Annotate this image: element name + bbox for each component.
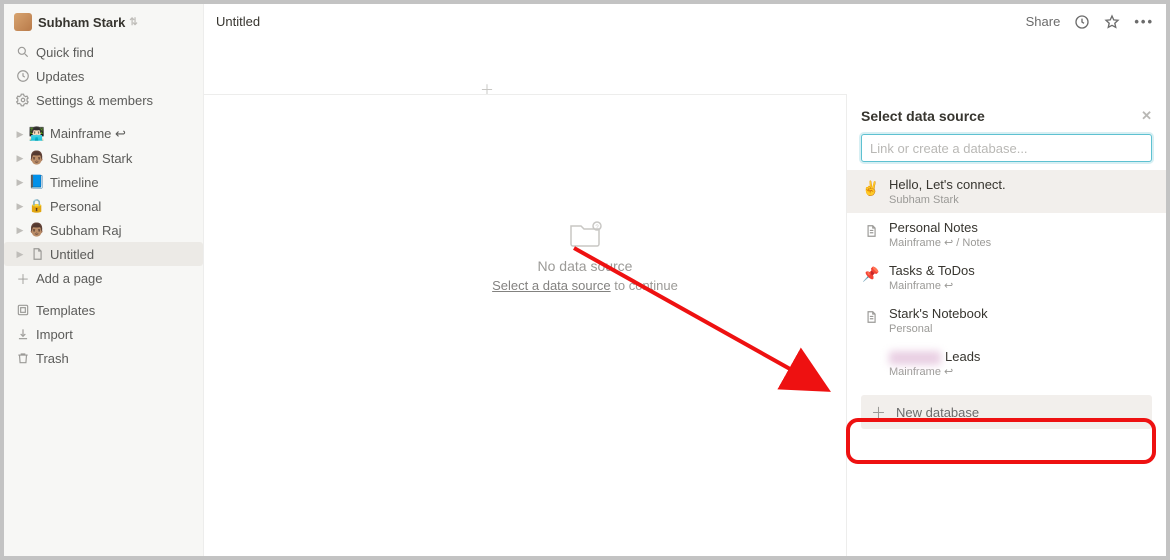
page-title[interactable]: Untitled bbox=[216, 14, 260, 29]
page-icon: 🔒 bbox=[28, 197, 46, 215]
page-label: Untitled bbox=[50, 247, 94, 262]
quick-find-label: Quick find bbox=[36, 45, 94, 60]
doc-icon bbox=[861, 221, 881, 241]
popover-search bbox=[861, 134, 1152, 162]
download-icon bbox=[14, 327, 32, 341]
caret-icon: ▶ bbox=[14, 249, 26, 260]
gear-icon bbox=[14, 93, 32, 107]
sidebar-updates[interactable]: Updates bbox=[4, 64, 203, 88]
plus-icon: ＋ bbox=[871, 402, 886, 423]
sidebar-page-subham-raj[interactable]: ▶ 👨🏽 Subham Raj bbox=[4, 218, 203, 242]
page-label: Subham Stark bbox=[50, 151, 132, 166]
chevron-updown-icon: ⇅ bbox=[129, 17, 137, 28]
caret-icon: ▶ bbox=[14, 153, 26, 164]
sidebar-trash[interactable]: Trash bbox=[4, 346, 203, 370]
settings-label: Settings & members bbox=[36, 93, 153, 108]
db-item-sub: Personal bbox=[889, 322, 988, 336]
topbar: Untitled Share ••• bbox=[204, 4, 1166, 40]
import-label: Import bbox=[36, 327, 73, 342]
workspace-name: Subham Stark bbox=[38, 15, 125, 30]
sidebar-quick-find[interactable]: Quick find bbox=[4, 40, 203, 64]
db-item-hello[interactable]: ✌️ Hello, Let's connect. Subham Stark bbox=[847, 170, 1166, 213]
sidebar-add-page[interactable]: ＋ Add a page bbox=[4, 266, 203, 290]
page-label: Personal bbox=[50, 199, 101, 214]
page-icon: 👨🏽 bbox=[28, 149, 46, 167]
templates-label: Templates bbox=[36, 303, 95, 318]
sidebar-page-untitled[interactable]: ▶ Untitled bbox=[4, 242, 203, 266]
popover-title: Select data source bbox=[861, 108, 985, 124]
caret-icon: ▶ bbox=[14, 225, 26, 236]
more-icon[interactable]: ••• bbox=[1134, 14, 1154, 29]
db-item-sub: Mainframe ↩ bbox=[889, 365, 980, 379]
main: Untitled Share ••• ＋ ? No data so bbox=[204, 4, 1166, 556]
sidebar-settings[interactable]: Settings & members bbox=[4, 88, 203, 112]
add-page-label: Add a page bbox=[36, 271, 103, 286]
page-label: Mainframe ↩ bbox=[50, 126, 126, 142]
db-item-title: Tasks & ToDos bbox=[889, 262, 975, 279]
updates-label: Updates bbox=[36, 69, 84, 84]
blurred-icon bbox=[861, 350, 881, 370]
search-icon bbox=[14, 45, 32, 59]
new-database-button[interactable]: ＋ New database bbox=[861, 395, 1152, 429]
doc-icon bbox=[28, 245, 46, 263]
folder-icon: ? bbox=[567, 218, 603, 248]
page-label: Subham Raj bbox=[50, 223, 122, 238]
db-item-notebook[interactable]: Stark's Notebook Personal bbox=[847, 299, 1166, 342]
updates-icon[interactable] bbox=[1074, 14, 1090, 30]
sidebar-import[interactable]: Import bbox=[4, 322, 203, 346]
db-item-title: Stark's Notebook bbox=[889, 305, 988, 322]
db-item-personal-notes[interactable]: Personal Notes Mainframe ↩ / Notes bbox=[847, 213, 1166, 256]
plus-icon: ＋ bbox=[14, 269, 32, 288]
caret-icon: ▶ bbox=[14, 129, 26, 140]
empty-continue-text: to continue bbox=[611, 278, 678, 293]
db-item-sub: Mainframe ↩ bbox=[889, 279, 975, 293]
db-item-title: Personal Notes bbox=[889, 219, 991, 236]
templates-icon bbox=[14, 303, 32, 317]
db-item-title: Leads bbox=[889, 348, 980, 365]
empty-title: No data source bbox=[425, 258, 745, 274]
workspace-avatar bbox=[14, 13, 32, 31]
sidebar-page-subham-stark[interactable]: ▶ 👨🏽 Subham Stark bbox=[4, 146, 203, 170]
wave-icon: ✌️ bbox=[861, 178, 881, 198]
new-database-label: New database bbox=[896, 405, 979, 420]
page-icon: 👨🏽 bbox=[28, 221, 46, 239]
sidebar-page-timeline[interactable]: ▶ 📘 Timeline bbox=[4, 170, 203, 194]
sidebar-page-mainframe[interactable]: ▶ 👨🏻‍💻 Mainframe ↩ bbox=[4, 122, 203, 146]
db-item-sub: Subham Stark bbox=[889, 193, 1006, 207]
sidebar-page-personal[interactable]: ▶ 🔒 Personal bbox=[4, 194, 203, 218]
sidebar: Subham Stark ⇅ Quick find Updates Sett bbox=[4, 4, 204, 556]
db-item-leads[interactable]: Leads Mainframe ↩ bbox=[847, 342, 1166, 385]
empty-state: ? No data source Select a data source to… bbox=[425, 218, 745, 293]
add-block-icon[interactable]: ＋ bbox=[480, 80, 494, 100]
page-icon: 📘 bbox=[28, 173, 46, 191]
db-item-title: Hello, Let's connect. bbox=[889, 176, 1006, 193]
share-button[interactable]: Share bbox=[1026, 14, 1061, 29]
caret-icon: ▶ bbox=[14, 177, 26, 188]
close-icon[interactable]: ✕ bbox=[1141, 108, 1152, 124]
doc-icon bbox=[861, 307, 881, 327]
database-search-input[interactable] bbox=[861, 134, 1152, 162]
trash-label: Trash bbox=[36, 351, 69, 366]
select-data-source-link[interactable]: Select a data source bbox=[492, 278, 611, 293]
popover-list: ✌️ Hello, Let's connect. Subham Stark Pe… bbox=[847, 170, 1166, 385]
clock-icon bbox=[14, 69, 32, 83]
page-label: Timeline bbox=[50, 175, 99, 190]
pin-icon: 📌 bbox=[861, 264, 881, 284]
page-icon: 👨🏻‍💻 bbox=[28, 125, 46, 143]
db-item-sub: Mainframe ↩ / Notes bbox=[889, 236, 991, 250]
sidebar-templates[interactable]: Templates bbox=[4, 298, 203, 322]
data-source-popover: Select data source ✕ ✌️ Hello, Let's con… bbox=[846, 94, 1166, 556]
star-icon[interactable] bbox=[1104, 14, 1120, 30]
caret-icon: ▶ bbox=[14, 201, 26, 212]
trash-icon bbox=[14, 351, 32, 365]
workspace-switcher[interactable]: Subham Stark ⇅ bbox=[4, 10, 203, 34]
db-item-tasks[interactable]: 📌 Tasks & ToDos Mainframe ↩ bbox=[847, 256, 1166, 299]
